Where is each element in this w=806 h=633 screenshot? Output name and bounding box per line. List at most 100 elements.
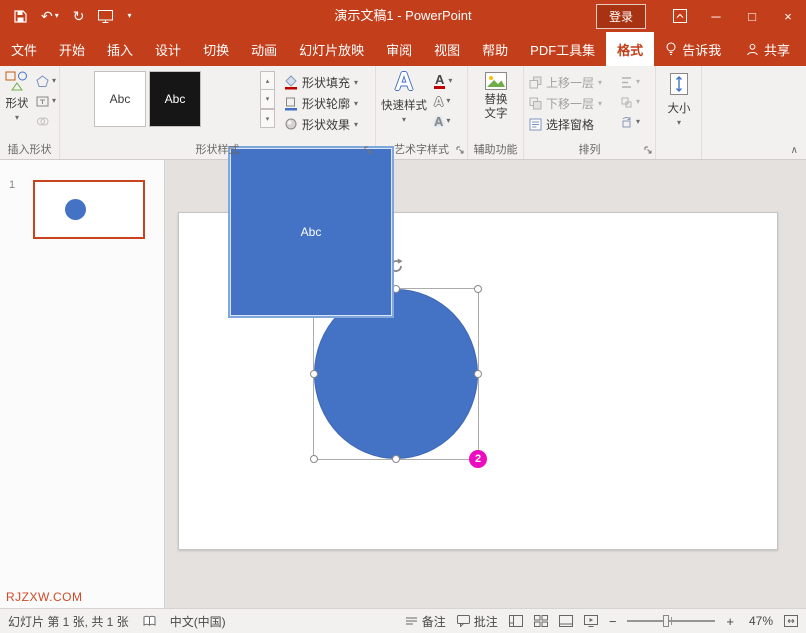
alt-text-button[interactable]: 替换文字 <box>477 72 515 121</box>
slide-sorter-view-icon[interactable] <box>534 615 548 627</box>
size-label: 大小 <box>668 100 691 116</box>
selection-pane-button[interactable]: 选择窗格 <box>529 115 602 134</box>
size-caret-icon: ▾ <box>677 119 681 127</box>
shape-style-option-2[interactable]: Abc <box>149 71 201 127</box>
statusbar-right: 备注 批注 − <box>405 613 798 630</box>
tab-slideshow[interactable]: 幻灯片放映 <box>288 32 375 66</box>
comments-label: 批注 <box>474 613 498 630</box>
collapse-ribbon-icon[interactable]: ∧ <box>791 145 798 156</box>
shape-effects-button[interactable]: 形状效果 ▾ <box>284 115 358 134</box>
watermark-text: RJZXW.COM <box>6 590 83 604</box>
rotate-button[interactable]: ▾ <box>620 113 640 131</box>
tab-review[interactable]: 审阅 <box>375 32 423 66</box>
tab-insert[interactable]: 插入 <box>96 32 144 66</box>
text-outline-icon: A <box>434 95 443 108</box>
resize-handle-w[interactable] <box>310 370 318 378</box>
ribbon-tab-row: 文件 开始 插入 设计 切换 动画 幻灯片放映 审阅 视图 帮助 PDF工具集 … <box>0 32 806 66</box>
comments-button[interactable]: 批注 <box>457 613 498 630</box>
language-indicator[interactable]: 中文(中国) <box>170 613 226 630</box>
shape-style-option-3-selected[interactable]: Abc <box>228 146 394 318</box>
shapes-caret-icon: ▾ <box>15 114 19 122</box>
shape-styles-dialog-launcher-icon[interactable] <box>364 146 373 155</box>
bring-forward-button[interactable]: 上移一层 ▾ <box>529 73 602 92</box>
tab-format[interactable]: 格式 <box>606 32 654 66</box>
shape-outline-button[interactable]: 形状轮廓 ▾ <box>284 94 358 113</box>
arrange-dialog-launcher-icon[interactable] <box>644 146 653 155</box>
undo-button[interactable]: ↶ ▾ <box>41 9 59 23</box>
minimize-button[interactable]: ─ <box>698 0 734 32</box>
selection-pane-label: 选择窗格 <box>546 116 594 133</box>
reading-view-icon[interactable] <box>559 615 573 627</box>
shape-style-option-1[interactable]: Abc <box>94 71 146 127</box>
align-button[interactable]: ▾ <box>620 73 640 91</box>
zoom-percentage[interactable]: 47% <box>745 614 773 628</box>
size-icon <box>668 71 690 97</box>
redo-icon[interactable]: ↻ <box>73 9 85 23</box>
zoom-in-icon[interactable]: + <box>726 614 734 629</box>
zoom-slider[interactable] <box>627 614 715 628</box>
text-effects-icon: A <box>434 115 443 128</box>
fit-to-window-icon[interactable] <box>784 615 798 627</box>
edit-shape-button[interactable]: ▾ <box>36 72 56 90</box>
gallery-up-icon[interactable]: ▴ <box>260 71 275 90</box>
text-box-caret-icon: ▾ <box>52 97 56 105</box>
tab-transitions[interactable]: 切换 <box>192 32 240 66</box>
group-objects-button[interactable]: ▾ <box>620 93 640 111</box>
text-box-button[interactable]: ▾ <box>36 92 56 110</box>
spellcheck-icon[interactable] <box>143 615 156 627</box>
zoom-slider-midpoint <box>671 617 672 625</box>
align-caret-icon: ▾ <box>636 78 640 86</box>
tellme-label: 告诉我 <box>682 40 721 59</box>
titlebar-right: 登录 ─ □ × <box>596 0 806 32</box>
tab-view[interactable]: 视图 <box>423 32 471 66</box>
style-preview-label: Abc <box>301 225 322 239</box>
tab-help[interactable]: 帮助 <box>471 32 519 66</box>
quick-styles-caret-icon: ▾ <box>402 116 406 124</box>
ribbon-display-options-icon[interactable] <box>662 0 698 32</box>
zoom-slider-thumb[interactable] <box>663 615 669 627</box>
notes-button[interactable]: 备注 <box>405 613 446 630</box>
notes-icon <box>405 616 418 627</box>
tab-pdf-tools[interactable]: PDF工具集 <box>519 32 606 66</box>
gallery-scrollbar: ▴ ▾ ▾ <box>260 71 275 128</box>
tab-home[interactable]: 开始 <box>48 32 96 66</box>
merge-shapes-button[interactable] <box>36 112 56 130</box>
tab-design[interactable]: 设计 <box>144 32 192 66</box>
shape-fill-icon <box>284 75 298 90</box>
group-label-insert-shapes: 插入形状 <box>0 141 59 157</box>
tab-animations[interactable]: 动画 <box>240 32 288 66</box>
resize-handle-e[interactable] <box>474 370 482 378</box>
text-effects-button[interactable]: A ▾ <box>434 112 452 130</box>
gallery-down-icon[interactable]: ▾ <box>260 90 275 109</box>
tellme-button[interactable]: 告诉我 <box>654 32 732 66</box>
resize-handle-ne[interactable] <box>474 285 482 293</box>
group-label-wordart: 艺术字样式 <box>376 141 467 157</box>
wordart-dialog-launcher-icon[interactable] <box>456 146 465 155</box>
save-icon[interactable] <box>14 10 27 23</box>
zoom-out-icon[interactable]: − <box>609 614 617 629</box>
quick-styles-button[interactable]: A 快速样式 ▾ <box>378 68 430 124</box>
text-fill-button[interactable]: A ▾ <box>434 72 452 90</box>
start-slideshow-icon[interactable] <box>98 10 113 23</box>
slide-thumbnail[interactable] <box>33 180 145 239</box>
slide-info[interactable]: 幻灯片 第 1 张, 共 1 张 <box>8 613 129 630</box>
shape-fill-button[interactable]: 形状填充 ▾ <box>284 73 358 92</box>
share-button[interactable]: 共享 <box>735 32 806 66</box>
close-button[interactable]: × <box>770 0 806 32</box>
qat-customize-icon[interactable]: ▾ <box>127 12 131 20</box>
resize-handle-s[interactable] <box>392 455 400 463</box>
tab-file[interactable]: 文件 <box>0 32 48 66</box>
shape-fill-caret-icon: ▾ <box>354 79 358 87</box>
gallery-more-icon[interactable]: ▾ <box>260 109 275 128</box>
size-button[interactable]: 大小 ▾ <box>663 71 695 127</box>
shape-fill-label: 形状填充 <box>302 74 350 91</box>
resize-handle-sw[interactable] <box>310 455 318 463</box>
slideshow-view-icon[interactable] <box>584 615 598 627</box>
text-outline-button[interactable]: A ▾ <box>434 92 452 110</box>
maximize-button[interactable]: □ <box>734 0 770 32</box>
normal-view-icon[interactable] <box>509 615 523 627</box>
notes-label: 备注 <box>422 613 446 630</box>
shapes-button[interactable]: 形状 ▾ <box>2 70 32 122</box>
text-box-icon <box>36 95 49 108</box>
send-backward-button[interactable]: 下移一层 ▾ <box>529 94 602 113</box>
